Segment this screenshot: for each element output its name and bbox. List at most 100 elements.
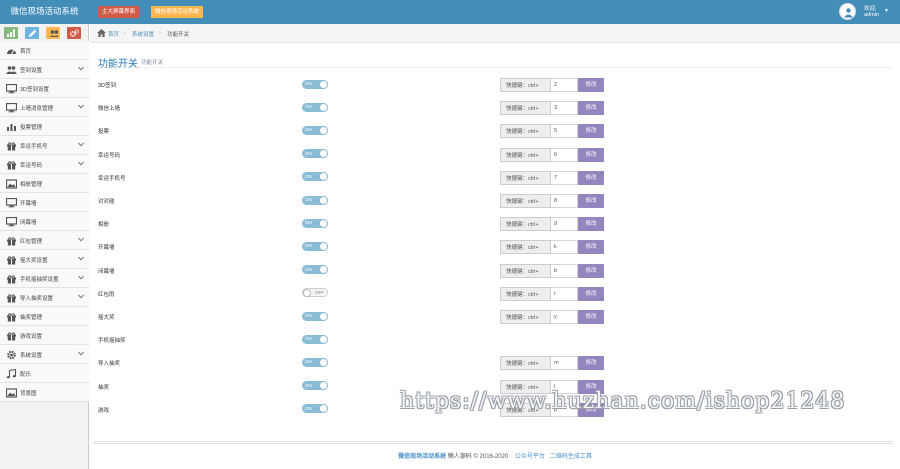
modify-button[interactable]: 修改 [578, 147, 604, 162]
feature-toggle[interactable]: ON [302, 125, 328, 135]
feature-toggle[interactable]: ON [302, 218, 328, 228]
shortcut-key-input[interactable]: 3 [551, 101, 578, 116]
sidebar-item[interactable]: 开幕墙 [0, 193, 89, 212]
sidebar-item[interactable]: 导入抽奖设置 [0, 288, 89, 307]
toggle-knob [319, 311, 328, 321]
sidebar-item[interactable]: 相册管理 [0, 174, 89, 193]
feature-label: 幸运号码 [98, 152, 121, 159]
sidebar-item-label: 幸运手机号 [20, 144, 48, 150]
shortcut-key-input[interactable]: y [551, 310, 578, 324]
gift-icon [7, 313, 16, 322]
footer: 微信现场活动系统 懒人源码 © 2016-2020 公众号平台 二维码生成工具 [90, 451, 900, 460]
toggle-knob [319, 357, 328, 367]
shortcut-key-input[interactable]: 6 [551, 147, 578, 162]
feature-label: 幸运手机号 [98, 175, 126, 182]
sidebar-item[interactable]: 系统设置 [0, 345, 89, 364]
modify-button[interactable]: 修改 [578, 263, 604, 278]
toggle-state-text: ON [305, 359, 312, 365]
modify-button[interactable]: 修改 [578, 194, 604, 208]
feature-toggle[interactable]: ON [302, 311, 328, 321]
dashboard-icon [7, 49, 16, 55]
shortcut-key-input[interactable]: 5 [551, 124, 578, 139]
sidebar-item[interactable]: 背景图 [0, 383, 89, 402]
sidebar-item[interactable]: 幸运手机号 [0, 136, 89, 155]
shortcut-label: 快捷键：ctrl+ [500, 78, 551, 92]
avatar[interactable] [839, 3, 856, 20]
feature-toggle[interactable]: ON [302, 404, 328, 414]
desktop-icon [6, 103, 17, 113]
shortcut-button-users[interactable] [46, 27, 60, 39]
user-name[interactable]: admin [864, 12, 879, 18]
shortcut-button-pencil[interactable] [25, 27, 39, 39]
sidebar-item[interactable]: 签到设置 [0, 60, 89, 79]
sidebar-item[interactable]: 红包管理 [0, 231, 89, 250]
sidebar-item[interactable]: 首页 [0, 41, 89, 60]
modify-button[interactable]: 修改 [578, 124, 604, 139]
toggle-knob [303, 289, 311, 298]
toggle-state-text: ON [305, 173, 312, 179]
feature-toggle[interactable]: ON [302, 265, 328, 275]
modify-button[interactable]: 修改 [578, 286, 604, 301]
shortcut-key-input[interactable]: 8 [551, 194, 578, 208]
sidebar-item[interactable]: 投票管理 [0, 117, 89, 136]
shortcut-button-cogs[interactable] [67, 27, 81, 39]
shortcut-key-input[interactable]: k [551, 240, 578, 255]
shortcut-label: 快捷键：ctrl+ [500, 194, 551, 208]
shortcut-key-input[interactable]: 9 [551, 217, 578, 232]
feature-label: 摇大奖 [98, 315, 115, 321]
feature-toggle[interactable]: ON [302, 334, 328, 344]
chevron-down-icon [78, 161, 84, 166]
sidebar-item[interactable]: 游戏设置 [0, 326, 89, 345]
feature-toggle[interactable]: ON [302, 195, 328, 205]
sidebar-item[interactable]: 上墙消息管理 [0, 98, 89, 117]
main-screen-button[interactable]: 主大屏幕界面 [98, 6, 140, 18]
shortcut-key-input[interactable]: 2 [551, 78, 578, 92]
sidebar: 首页 签到设置 3D签到设置 上墙消息管理 投票管理幸运手机号幸运号码相册管理 开幕墙 闭幕… [0, 24, 89, 469]
breadcrumb-home[interactable]: 首页 [108, 30, 119, 38]
sidebar-item[interactable]: 幸运号码 [0, 155, 89, 174]
sidebar-item-label: 幸运号码 [20, 163, 43, 169]
feature-label: 闭幕墙 [98, 268, 115, 275]
user-icon [844, 8, 853, 18]
breadcrumb-settings[interactable]: 系统设置 [132, 30, 154, 38]
caret-down-icon[interactable]: ▼ [884, 8, 889, 14]
sidebar-item[interactable]: 闭幕墙 [0, 212, 89, 231]
breadcrumb-current: 功能开关 [167, 32, 190, 38]
shortcut-key-input[interactable]: b [551, 263, 578, 278]
toggle-state-text: ON [305, 336, 312, 342]
sidebar-item[interactable]: 手机摇抽奖设置 [0, 269, 89, 288]
modify-button[interactable]: 修改 [578, 217, 604, 232]
modify-button[interactable]: 修改 [578, 356, 604, 371]
modify-button[interactable]: 修改 [578, 78, 604, 92]
admin-system-button[interactable]: 微信现场活动系统 [151, 6, 204, 18]
toggle-state-text: ON [305, 127, 312, 133]
sidebar-item[interactable]: 摇大奖设置 [0, 250, 89, 269]
modify-button[interactable]: 修改 [578, 310, 604, 324]
footer-link-platform[interactable]: 公众号平台 [515, 454, 545, 460]
feature-toggle[interactable]: ON [302, 149, 328, 159]
modify-button[interactable]: 修改 [578, 101, 604, 116]
shortcut-key-input[interactable]: m [551, 356, 578, 371]
feature-toggle[interactable]: OFF [302, 288, 328, 298]
shortcut-key-input[interactable]: 7 [551, 170, 578, 185]
sidebar-item[interactable]: 3D签到设置 [0, 79, 89, 98]
brand-title[interactable]: 微信现场活动系统 [0, 0, 89, 24]
feature-toggle[interactable]: ON [302, 102, 328, 112]
shortcut-label: 快捷键：ctrl+ [500, 101, 551, 116]
gift-icon [7, 237, 16, 246]
sidebar-item-label: 导入抽奖设置 [20, 296, 54, 302]
sidebar-item[interactable]: 配乐 [0, 364, 89, 383]
modify-button[interactable]: 修改 [578, 170, 604, 185]
modify-button[interactable]: 修改 [578, 240, 604, 255]
feature-toggle[interactable]: ON [302, 357, 328, 367]
toggle-knob [319, 102, 328, 112]
shortcut-key-input[interactable]: r [551, 286, 578, 301]
shortcut-button-signal[interactable] [4, 27, 18, 39]
feature-toggle[interactable]: ON [302, 79, 328, 89]
feature-toggle[interactable]: ON [302, 172, 328, 182]
feature-toggle[interactable]: ON [302, 241, 328, 251]
footer-link-qr[interactable]: 二维码生成工具 [550, 454, 592, 460]
sidebar-item[interactable]: 抽奖管理 [0, 307, 89, 326]
feature-label: 手机摇抽奖 [98, 338, 126, 345]
feature-toggle[interactable]: ON [302, 381, 328, 391]
